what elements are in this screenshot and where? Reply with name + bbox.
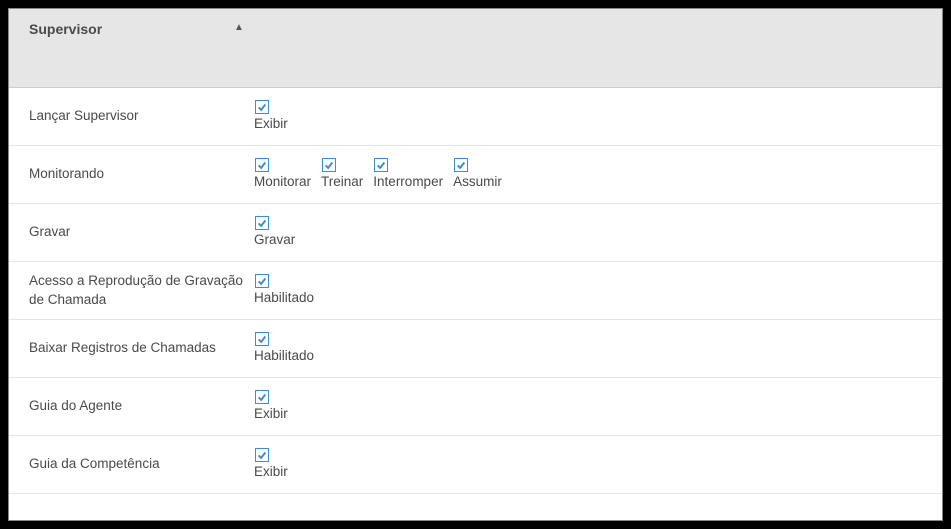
option-label: Habilitado: [254, 348, 320, 364]
table-row: Guia da CompetênciaExibir: [9, 436, 942, 494]
row-label: Monitorando: [29, 165, 254, 183]
checkbox[interactable]: [255, 448, 269, 462]
row-label: Baixar Registros de Chamadas: [29, 339, 254, 357]
check-icon: [257, 160, 267, 170]
row-label: Acesso a Reprodução de Gravação de Chama…: [29, 272, 254, 308]
checkbox[interactable]: [255, 100, 269, 114]
checkbox[interactable]: [255, 332, 269, 346]
table-row: Acesso a Reprodução de Gravação de Chama…: [9, 262, 942, 320]
permission-option: Interromper: [373, 158, 449, 190]
table-row: GravarGravar: [9, 204, 942, 262]
table-row: Guia do AgenteExibir: [9, 378, 942, 436]
column-header-supervisor: Supervisor: [29, 21, 234, 37]
check-icon: [257, 450, 267, 460]
table-row: Baixar Registros de ChamadasHabilitado: [9, 320, 942, 378]
option-label: Monitorar: [254, 174, 317, 190]
rows-container: Lançar SupervisorExibirMonitorandoMonito…: [9, 88, 942, 494]
check-icon: [257, 334, 267, 344]
permission-option: Exibir: [254, 100, 294, 132]
permission-option: Gravar: [254, 216, 301, 248]
row-label: Guia da Competência: [29, 455, 254, 473]
table-row: Lançar SupervisorExibir: [9, 88, 942, 146]
row-controls: Exibir: [254, 100, 294, 132]
permissions-panel: Supervisor ▲ Lançar SupervisorExibirMoni…: [8, 8, 943, 521]
option-label: Treinar: [321, 174, 369, 190]
permission-option: Treinar: [321, 158, 369, 190]
option-label: Habilitado: [254, 290, 320, 306]
check-icon: [376, 160, 386, 170]
check-icon: [324, 160, 334, 170]
option-label: Interromper: [373, 174, 449, 190]
check-icon: [257, 218, 267, 228]
checkbox[interactable]: [374, 158, 388, 172]
row-controls: Gravar: [254, 216, 301, 248]
check-icon: [257, 276, 267, 286]
checkbox[interactable]: [322, 158, 336, 172]
row-controls: Habilitado: [254, 274, 320, 306]
sort-asc-icon: ▲: [234, 21, 244, 35]
checkbox[interactable]: [454, 158, 468, 172]
checkbox[interactable]: [255, 390, 269, 404]
permission-option: Assumir: [453, 158, 508, 190]
row-controls: MonitorarTreinarInterromperAssumir: [254, 158, 508, 190]
checkbox[interactable]: [255, 274, 269, 288]
permission-option: Monitorar: [254, 158, 317, 190]
row-controls: Habilitado: [254, 332, 320, 364]
table-header[interactable]: Supervisor ▲: [9, 9, 942, 88]
checkbox[interactable]: [255, 158, 269, 172]
table-row: MonitorandoMonitorarTreinarInterromperAs…: [9, 146, 942, 204]
row-controls: Exibir: [254, 390, 294, 422]
checkbox[interactable]: [255, 216, 269, 230]
check-icon: [257, 392, 267, 402]
option-label: Exibir: [254, 116, 294, 132]
permission-option: Habilitado: [254, 332, 320, 364]
permission-option: Habilitado: [254, 274, 320, 306]
option-label: Gravar: [254, 232, 301, 248]
permission-option: Exibir: [254, 390, 294, 422]
check-icon: [456, 160, 466, 170]
row-label: Gravar: [29, 223, 254, 241]
option-label: Exibir: [254, 464, 294, 480]
check-icon: [257, 102, 267, 112]
row-controls: Exibir: [254, 448, 294, 480]
permission-option: Exibir: [254, 448, 294, 480]
option-label: Exibir: [254, 406, 294, 422]
row-label: Lançar Supervisor: [29, 107, 254, 125]
option-label: Assumir: [453, 174, 508, 190]
row-label: Guia do Agente: [29, 397, 254, 415]
